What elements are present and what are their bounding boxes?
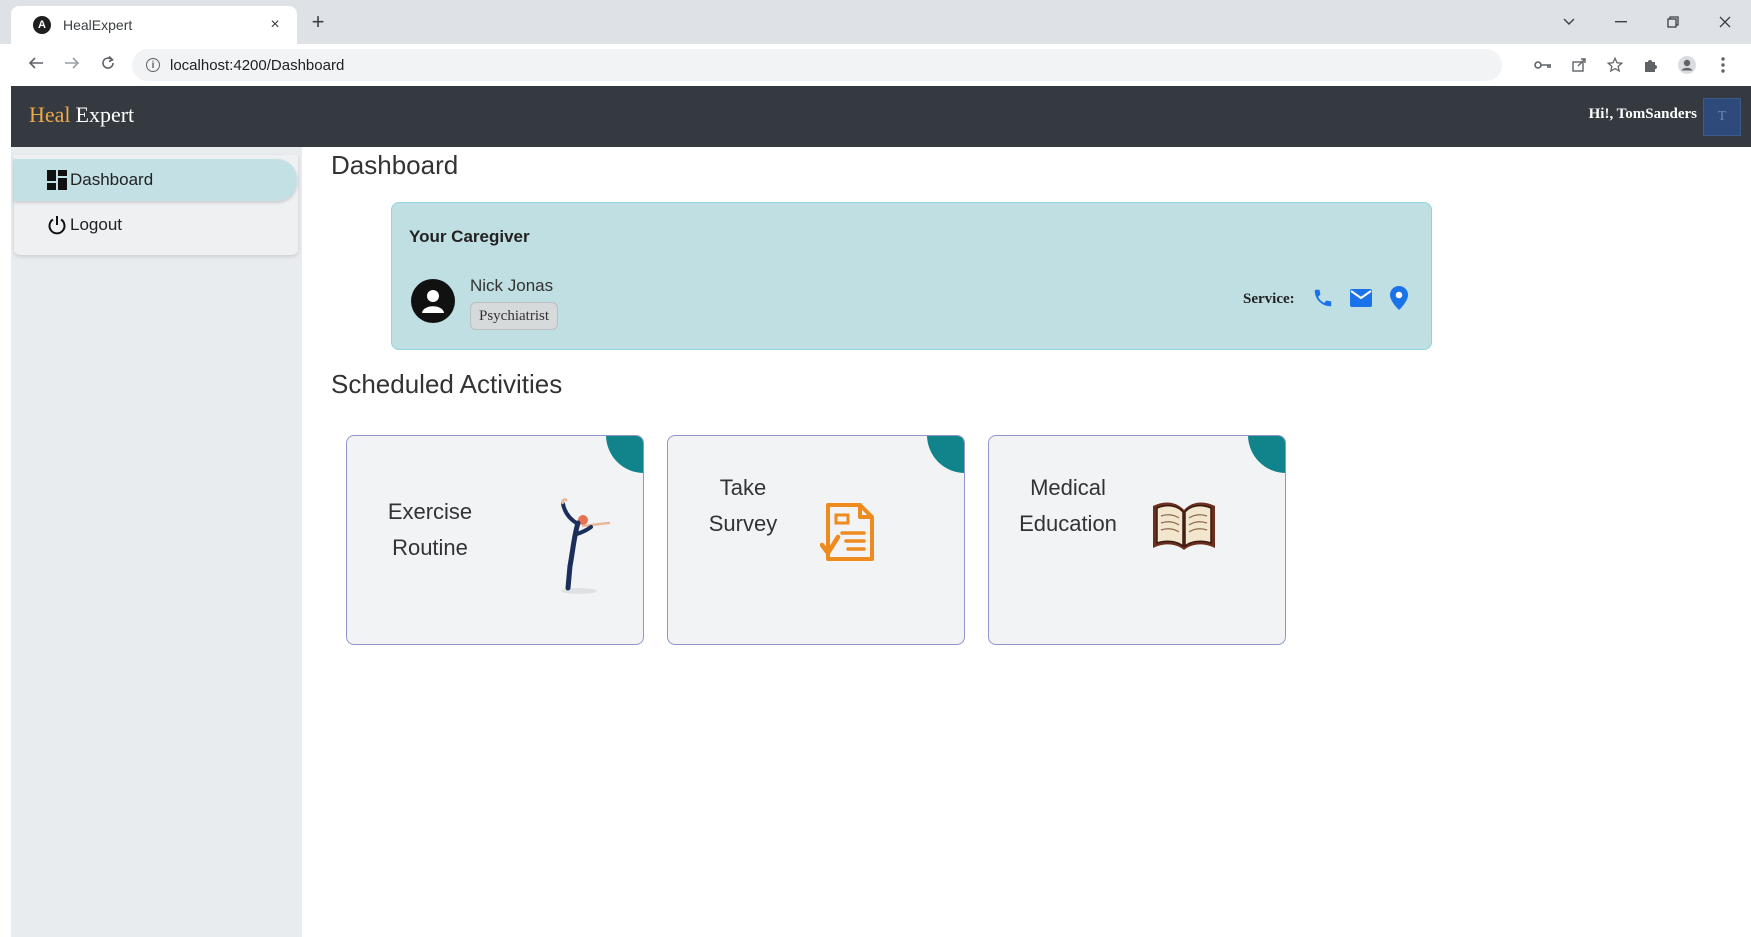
window-controls: [1543, 6, 1751, 38]
browser-tab[interactable]: A HealExpert ×: [11, 6, 297, 44]
app-header: Heal Expert Hi!, TomSanders T: [11, 86, 1751, 147]
caregiver-name: Nick Jonas: [470, 276, 554, 295]
angular-favicon-icon: A: [33, 16, 51, 34]
profile-icon[interactable]: [1669, 52, 1705, 78]
sidebar-menu: Dashboard Logout: [14, 155, 298, 255]
user-greeting: Hi!, TomSanders: [1588, 106, 1697, 122]
yoga-figure-icon: [547, 498, 617, 601]
card-corner-decoration: [927, 436, 964, 473]
site-info-icon[interactable]: i: [146, 58, 160, 72]
extensions-icon[interactable]: [1633, 52, 1669, 78]
survey-document-icon: [819, 501, 878, 568]
sidebar-item-label: Dashboard: [70, 170, 154, 189]
reload-icon[interactable]: [90, 54, 126, 77]
brand-second-word: Expert: [75, 102, 135, 127]
sidebar-item-label: Logout: [70, 215, 122, 234]
share-icon[interactable]: [1561, 52, 1597, 78]
brand-logo[interactable]: Heal Expert: [29, 102, 134, 128]
caregiver-heading: Your Caregiver: [409, 227, 530, 246]
activity-card-label: Take Survey: [708, 475, 778, 536]
browser-tab-strip: A HealExpert × +: [0, 0, 1751, 44]
address-bar[interactable]: i localhost:4200/Dashboard: [132, 49, 1502, 81]
dashboard-icon: [46, 169, 68, 191]
page-title: Dashboard: [331, 150, 459, 180]
caregiver-card: Your Caregiver Nick Jonas Psychiatrist S…: [391, 202, 1432, 350]
activity-card-medical-education[interactable]: Medical Education: [988, 435, 1286, 645]
back-arrow-icon[interactable]: [18, 54, 54, 77]
phone-icon[interactable]: [1309, 284, 1337, 312]
new-tab-button[interactable]: +: [306, 10, 330, 34]
url-text: localhost:4200/Dashboard: [170, 56, 345, 74]
activity-card-label: Medical Education: [1019, 475, 1117, 536]
activity-card-label: Exercise Routine: [387, 499, 473, 560]
sidebar-item-dashboard[interactable]: Dashboard: [14, 159, 297, 201]
caregiver-avatar-icon: [411, 279, 455, 323]
caregiver-role-badge: Psychiatrist: [470, 302, 558, 330]
tab-close-icon[interactable]: ×: [263, 16, 287, 34]
activity-card-take-survey[interactable]: Take Survey: [667, 435, 965, 645]
service-label: Service:: [1243, 291, 1295, 307]
tab-search-icon[interactable]: [1543, 6, 1595, 38]
close-window-icon[interactable]: [1699, 6, 1751, 38]
sidebar: Dashboard Logout: [11, 147, 302, 937]
restore-icon[interactable]: [1647, 6, 1699, 38]
user-avatar-button[interactable]: T: [1703, 98, 1741, 136]
card-corner-decoration: [606, 436, 643, 473]
sidebar-item-logout[interactable]: Logout: [14, 204, 297, 246]
key-icon[interactable]: [1525, 52, 1561, 78]
power-icon: [46, 214, 68, 236]
toolbar-icons: [1525, 52, 1741, 78]
browser-toolbar: i localhost:4200/Dashboard: [0, 44, 1751, 86]
bookmark-star-icon[interactable]: [1597, 52, 1633, 78]
minimize-icon[interactable]: [1595, 6, 1647, 38]
scheduled-activities-heading: Scheduled Activities: [331, 369, 563, 399]
location-icon[interactable]: [1385, 284, 1413, 312]
forward-arrow-icon[interactable]: [54, 54, 90, 77]
brand-first-word: Heal: [29, 102, 71, 127]
open-book-icon: [1149, 496, 1219, 557]
menu-kebab-icon[interactable]: [1705, 52, 1741, 78]
mail-icon[interactable]: [1347, 284, 1375, 312]
tab-title: HealExpert: [63, 17, 133, 33]
activity-card-exercise-routine[interactable]: Exercise Routine: [346, 435, 644, 645]
card-corner-decoration: [1248, 436, 1285, 473]
